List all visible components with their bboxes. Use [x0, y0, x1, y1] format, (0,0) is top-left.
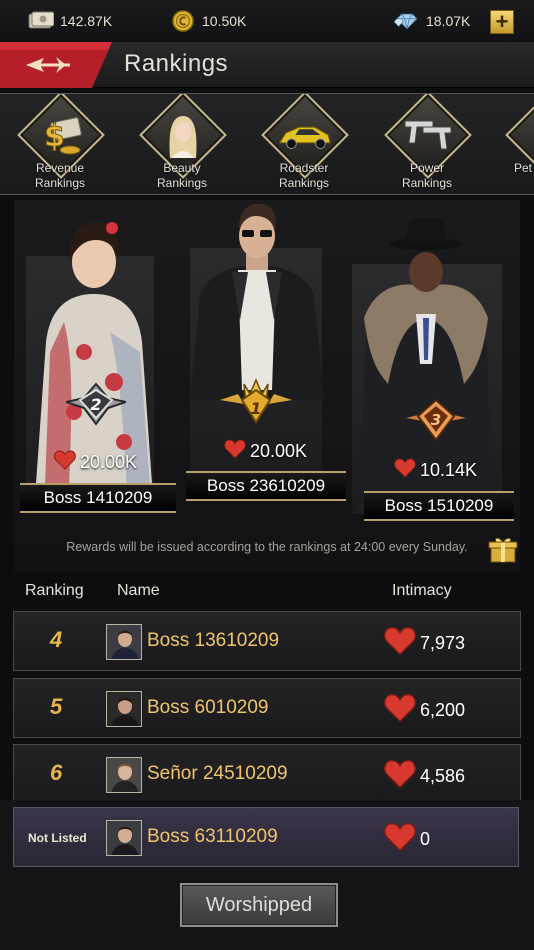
money-value: 142.87K [60, 13, 113, 29]
diamond-resource: 18.07K [394, 8, 470, 34]
diamond-icon [394, 10, 420, 32]
second-place-likes: 20.00K [54, 450, 137, 475]
second-place-name: Boss 1410209 [20, 483, 176, 513]
heart-icon [384, 626, 416, 661]
guns-icon [401, 108, 455, 162]
car-icon [278, 108, 332, 162]
row-intimacy: 6,200 [384, 693, 465, 728]
row-rank: 6 [50, 760, 63, 785]
tab-power-rankings[interactable]: Power Rankings [379, 94, 475, 192]
back-button[interactable] [0, 42, 112, 88]
first-place-name: Boss 23610209 [186, 471, 346, 501]
page-title: Rankings [124, 50, 229, 77]
row-intimacy: 4,586 [384, 759, 465, 794]
my-rank-status: Not Listed [28, 831, 87, 845]
beauty-icon [156, 108, 210, 162]
money-resource: 142.87K [28, 8, 112, 34]
heart-icon [394, 458, 416, 483]
svg-text:1: 1 [250, 399, 261, 418]
row-name: Señor 24510209 [147, 763, 288, 784]
heart-icon [384, 822, 416, 857]
add-diamonds-button[interactable]: + [490, 10, 514, 34]
row-name: Boss 6010209 [147, 697, 269, 718]
avatar[interactable] [106, 757, 142, 793]
row-rank: 5 [50, 694, 63, 719]
avatar[interactable] [106, 820, 142, 856]
back-arrow-icon [0, 42, 112, 88]
category-tabs: $ Revenue Rankings Beauty Rankings Roadste… [0, 93, 534, 195]
worship-button[interactable]: Worshipped [180, 883, 338, 927]
gold-coin-icon [170, 10, 196, 32]
header-intimacy: Intimacy [392, 582, 452, 599]
gift-box-icon[interactable] [488, 534, 518, 564]
tab-beauty-rankings[interactable]: Beauty Rankings [134, 94, 230, 192]
heart-icon [224, 439, 246, 464]
first-place-likes: 20.00K [224, 439, 307, 464]
rank-1-badge: 1 [220, 374, 292, 431]
row-name: Boss 13610209 [147, 630, 280, 651]
avatar[interactable] [106, 691, 142, 727]
my-rank-section: Not Listed Boss 63110209 0 [0, 800, 534, 950]
podium: 2 20.00K Boss 1410209 1 20.00K Boss 2361… [14, 200, 520, 572]
title-bar: Rankings [0, 42, 534, 88]
heart-icon [384, 693, 416, 728]
table-header: Ranking Name Intimacy [0, 582, 534, 606]
gold-value: 10.50K [202, 13, 247, 29]
row-intimacy: 7,973 [384, 626, 465, 661]
heart-icon [384, 759, 416, 794]
row-rank: 4 [50, 627, 63, 652]
gold-resource: 10.50K [170, 8, 246, 34]
diamond-value: 18.07K [426, 13, 471, 29]
money-icon: $ [34, 108, 88, 162]
my-intimacy: 0 [384, 822, 430, 857]
rank-3-badge: 3 [406, 392, 466, 449]
table-row[interactable]: 4 Boss 13610209 7,973 [13, 611, 521, 671]
avatar[interactable] [106, 624, 142, 660]
cash-icon [28, 10, 54, 32]
my-name: Boss 63110209 [147, 826, 278, 847]
svg-text:3: 3 [431, 411, 441, 429]
table-row[interactable]: 5 Boss 6010209 6,200 [13, 678, 521, 738]
resource-bar: 142.87K 10.50K 18.07K + [0, 0, 534, 42]
heart-icon [54, 450, 76, 475]
pet-icon [522, 108, 534, 162]
header-ranking: Ranking [25, 582, 84, 599]
tab-revenue-rankings[interactable]: $ Revenue Rankings [12, 94, 108, 192]
third-place-name: Boss 1510209 [364, 491, 514, 521]
tab-pet-rankings[interactable]: Pet [500, 94, 534, 192]
rank-2-badge: 2 [62, 378, 130, 433]
my-rank-row[interactable]: Not Listed Boss 63110209 0 [13, 807, 519, 867]
rewards-note: Rewards will be issued according to the … [66, 540, 468, 554]
svg-text:2: 2 [90, 395, 101, 414]
tab-roadster-rankings[interactable]: Roadster Rankings [256, 94, 352, 192]
header-name: Name [117, 582, 160, 599]
table-row[interactable]: 6 Señor 24510209 4,586 [13, 744, 521, 804]
third-place-likes: 10.14K [394, 458, 477, 483]
